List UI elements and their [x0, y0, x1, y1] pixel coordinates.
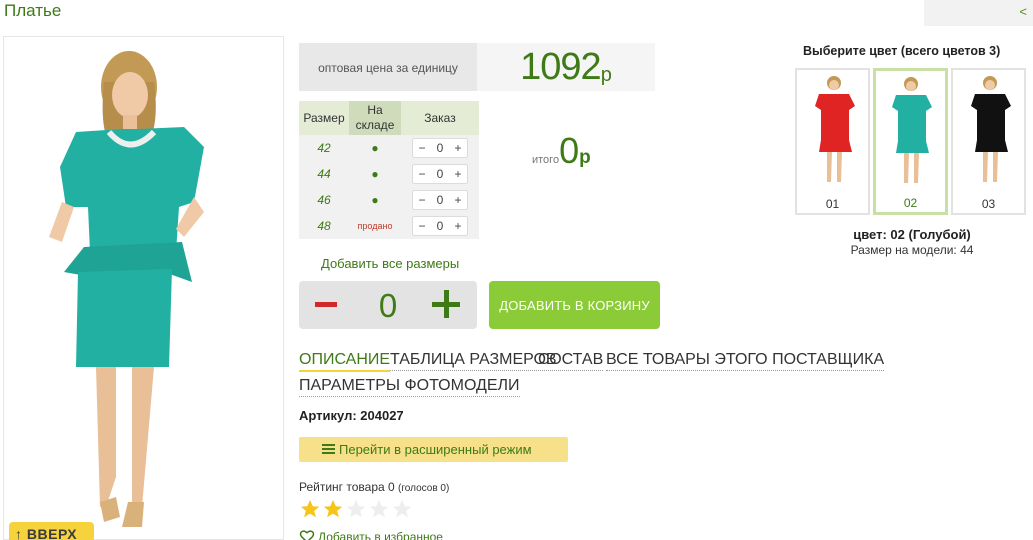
star-icon[interactable]: [391, 498, 413, 520]
color-code: 01: [825, 197, 840, 211]
extended-mode-button[interactable]: Перейти в расширенный режим: [299, 437, 568, 462]
increment-button[interactable]: +: [449, 141, 467, 155]
model-size: Размер на модели: 44: [850, 243, 974, 257]
increment-button[interactable]: +: [449, 219, 467, 233]
rating-label: Рейтинг товара 0: [299, 480, 395, 494]
add-to-cart-button[interactable]: ДОБАВИТЬ В КОРЗИНУ: [489, 281, 660, 329]
stock-cell: ●: [349, 135, 401, 161]
colors-title: Выберите цвет (всего цветов 3): [803, 44, 1001, 58]
dress-thumbnail: [815, 76, 855, 182]
stock-cell: ●: [349, 187, 401, 213]
color-thumb-03[interactable]: 03: [951, 68, 1026, 215]
star-icon[interactable]: [299, 498, 321, 520]
order-header: Заказ: [401, 101, 479, 135]
table-row: 44 ● −0 +: [299, 161, 479, 187]
dress-thumbnail: [892, 77, 932, 183]
list-icon: [322, 444, 335, 455]
increment-button[interactable]: +: [449, 167, 467, 181]
heart-icon: [299, 530, 315, 540]
page-title: Платье: [4, 1, 62, 20]
star-icon[interactable]: [322, 498, 344, 520]
order-total: итого0р: [532, 130, 591, 172]
decrement-button[interactable]: −: [413, 193, 431, 207]
total-label: итого: [532, 154, 560, 166]
tab-description[interactable]: ОПИСАНИЕ: [299, 351, 391, 372]
table-row: 42 ● −0 +: [299, 135, 479, 161]
color-code: 03: [981, 197, 996, 211]
color-thumb-02[interactable]: 02: [873, 68, 948, 215]
scroll-up-button[interactable]: ↑ ВВЕРХ: [9, 522, 94, 540]
plus-icon[interactable]: [432, 290, 460, 318]
increment-button[interactable]: +: [449, 193, 467, 207]
selected-color: цвет: 02 (Голубой): [853, 227, 971, 242]
dress-model-image: [49, 51, 204, 527]
decrement-button[interactable]: −: [413, 219, 431, 233]
table-row: 46 ● −0 +: [299, 187, 479, 213]
dress-thumbnail: [971, 76, 1011, 182]
extended-mode-label: Перейти в расширенный режим: [339, 442, 532, 457]
product-photo[interactable]: [3, 36, 284, 540]
size-cell: 48: [299, 213, 349, 239]
decrement-button[interactable]: −: [413, 141, 431, 155]
size-cell: 46: [299, 187, 349, 213]
tab-composition[interactable]: СОСТАВ: [538, 351, 604, 371]
star-icon[interactable]: [345, 498, 367, 520]
rating-votes: (голосов 0): [398, 483, 450, 494]
stepper-value: 0: [436, 167, 444, 181]
size-cell: 42: [299, 135, 349, 161]
decrement-button[interactable]: −: [413, 167, 431, 181]
quantity-stepper[interactable]: −0 +: [412, 138, 468, 158]
price-box: 1092р: [477, 43, 655, 91]
stepper-value: 0: [436, 193, 444, 207]
size-header: Размер: [299, 101, 349, 135]
quantity-stepper[interactable]: −0 +: [412, 216, 468, 236]
total-currency: р: [579, 147, 591, 168]
quantity-selector: 0: [299, 281, 477, 329]
color-code: 02: [903, 196, 918, 210]
stock-cell: ●: [349, 161, 401, 187]
rating-stars[interactable]: [299, 498, 414, 522]
add-all-sizes-link[interactable]: Добавить все размеры: [321, 256, 459, 271]
total-value: 0: [559, 130, 580, 171]
star-icon[interactable]: [368, 498, 390, 520]
price-currency: р: [600, 64, 612, 86]
stock-header: На складе: [349, 101, 401, 135]
color-thumb-01[interactable]: 01: [795, 68, 870, 215]
stepper-value: 0: [436, 141, 444, 155]
sold-out-label: продано: [349, 213, 401, 239]
add-to-favorites-link[interactable]: Добавить в избранное: [299, 528, 443, 540]
chevron-left-icon: <: [1019, 4, 1027, 19]
favorites-label: Добавить в избранное: [318, 530, 443, 540]
tab-size-chart[interactable]: ТАБЛИЦА РАЗМЕРОВ: [390, 351, 557, 371]
stepper-value: 0: [436, 219, 444, 233]
tab-model-params[interactable]: ПАРАМЕТРЫ ФОТОМОДЕЛИ: [299, 377, 520, 397]
size-cell: 44: [299, 161, 349, 187]
price-value: 1092: [520, 46, 602, 88]
quantity-stepper[interactable]: −0 +: [412, 164, 468, 184]
article-number: Артикул: 204027: [299, 408, 404, 423]
table-row: 48 продано −0 +: [299, 213, 479, 239]
collapse-tab[interactable]: <: [924, 0, 1033, 26]
rating-text: Рейтинг товара 0 (голосов 0): [299, 480, 449, 494]
size-table: Размер На складе Заказ 42 ● −0 + 44 ● −0 +…: [299, 101, 479, 239]
price-label: оптовая цена за единицу: [299, 43, 477, 91]
quantity-stepper[interactable]: −0 +: [412, 190, 468, 210]
tab-supplier-products[interactable]: ВСЕ ТОВАРЫ ЭТОГО ПОСТАВЩИКА: [606, 351, 885, 371]
